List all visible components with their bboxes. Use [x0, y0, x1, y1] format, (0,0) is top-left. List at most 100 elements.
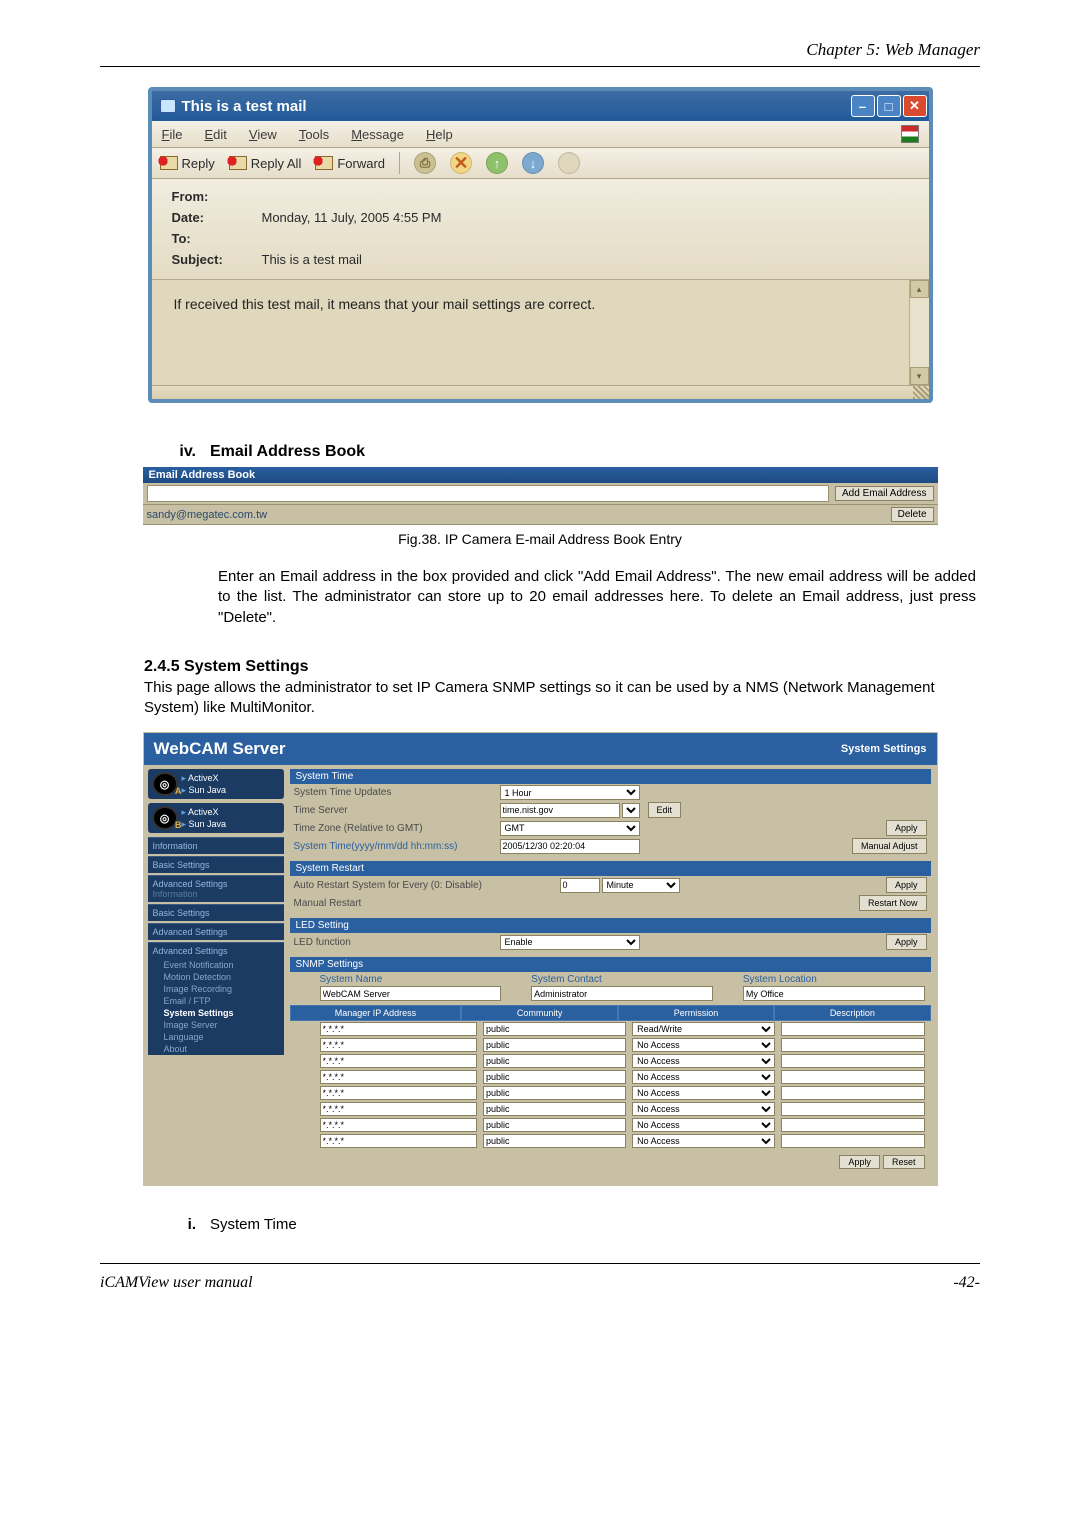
permission-select[interactable]: No Access	[632, 1102, 775, 1116]
system-location-input[interactable]	[743, 986, 925, 1001]
forward-button[interactable]: Forward	[315, 156, 385, 171]
ip-input[interactable]	[320, 1054, 477, 1068]
activex-link[interactable]: ActiveX	[182, 807, 227, 818]
sidebar-sub[interactable]: Language	[148, 1031, 284, 1043]
email-window: This is a test mail – □ ✕ File Edit View…	[148, 87, 933, 403]
sidebar-sub[interactable]: Image Server	[148, 1019, 284, 1031]
add-email-button[interactable]: Add Email Address	[835, 486, 934, 501]
scroll-up-icon[interactable]: ▴	[910, 280, 929, 298]
permission-select[interactable]: No Access	[632, 1054, 775, 1068]
description-input[interactable]	[781, 1070, 924, 1084]
resize-grip-icon[interactable]	[913, 386, 929, 399]
email-input[interactable]	[147, 485, 830, 502]
ip-input[interactable]	[320, 1070, 477, 1084]
community-input[interactable]	[483, 1054, 626, 1068]
apply-button[interactable]: Apply	[886, 934, 927, 950]
community-input[interactable]	[483, 1070, 626, 1084]
time-server-select[interactable]	[622, 803, 640, 818]
apply-button[interactable]: Apply	[886, 820, 927, 836]
system-time-input[interactable]	[500, 839, 640, 854]
sidebar-sub[interactable]: Event Notification	[148, 959, 284, 971]
ip-input[interactable]	[320, 1134, 477, 1148]
community-input[interactable]	[483, 1038, 626, 1052]
permission-select[interactable]: No Access	[632, 1118, 775, 1132]
scrollbar[interactable]: ▴ ▾	[909, 280, 929, 385]
activex-link[interactable]: ActiveX	[182, 773, 227, 784]
next-icon[interactable]: ↓	[522, 152, 544, 174]
reset-button[interactable]: Reset	[883, 1155, 925, 1169]
sidebar-sub[interactable]: Email / FTP	[148, 995, 284, 1007]
community-input[interactable]	[483, 1102, 626, 1116]
menu-file[interactable]: File	[162, 127, 183, 142]
print-icon[interactable]: ⎙	[414, 152, 436, 174]
permission-select[interactable]: No Access	[632, 1134, 775, 1148]
minimize-button[interactable]: –	[851, 95, 875, 117]
time-server-input[interactable]	[500, 803, 620, 818]
reply-button[interactable]: Reply	[160, 156, 215, 171]
restart-now-button[interactable]: Restart Now	[859, 895, 927, 911]
community-input[interactable]	[483, 1086, 626, 1100]
ip-input[interactable]	[320, 1022, 477, 1036]
sunjava-link[interactable]: Sun Java	[182, 819, 227, 830]
ip-input[interactable]	[320, 1118, 477, 1132]
permission-select[interactable]: Read/Write	[632, 1022, 775, 1036]
auto-restart-unit[interactable]: Minute	[602, 878, 680, 893]
menu-help[interactable]: Help	[426, 127, 453, 142]
sidebar-item[interactable]: Information	[148, 837, 284, 854]
sunjava-link[interactable]: Sun Java	[182, 785, 227, 796]
sidebar-sub-system-settings[interactable]: System Settings	[148, 1007, 284, 1019]
footer: iCAMView user manual -42-	[100, 1274, 980, 1292]
subject-value: This is a test mail	[262, 252, 909, 267]
permission-select[interactable]: No Access	[632, 1038, 775, 1052]
ip-input[interactable]	[320, 1102, 477, 1116]
permission-select[interactable]: No Access	[632, 1086, 775, 1100]
sidebar-item[interactable]: Advanced Settings	[148, 923, 284, 940]
community-input[interactable]	[483, 1134, 626, 1148]
scroll-down-icon[interactable]: ▾	[910, 367, 929, 385]
description-input[interactable]	[781, 1118, 924, 1132]
apply-button[interactable]: Apply	[839, 1155, 880, 1169]
description-input[interactable]	[781, 1102, 924, 1116]
community-input[interactable]	[483, 1118, 626, 1132]
auto-restart-value[interactable]	[560, 878, 600, 893]
previous-icon[interactable]: ↑	[486, 152, 508, 174]
envelope-icon	[315, 156, 333, 170]
mail-body: If received this test mail, it means tha…	[152, 280, 909, 385]
apply-button[interactable]: Apply	[886, 877, 927, 893]
sidebar-sub[interactable]: Motion Detection	[148, 971, 284, 983]
description-input[interactable]	[781, 1086, 924, 1100]
description-input[interactable]	[781, 1134, 924, 1148]
sidebar-item[interactable]: Basic Settings	[148, 856, 284, 873]
sidebar-item[interactable]: Advanced Settings	[148, 942, 284, 959]
system-contact-input[interactable]	[531, 986, 713, 1001]
subject-label: Subject:	[172, 252, 262, 267]
menu-message[interactable]: Message	[351, 127, 404, 142]
edit-button[interactable]: Edit	[648, 802, 682, 818]
description-input[interactable]	[781, 1054, 924, 1068]
close-button[interactable]: ✕	[903, 95, 927, 117]
ip-input[interactable]	[320, 1086, 477, 1100]
maximize-button[interactable]: □	[877, 95, 901, 117]
delete-button[interactable]: Delete	[891, 507, 934, 522]
led-select[interactable]: Enable	[500, 935, 640, 950]
menu-edit[interactable]: Edit	[204, 127, 226, 142]
sidebar-sub[interactable]: Image Recording	[148, 983, 284, 995]
sidebar-item[interactable]: Basic Settings	[148, 904, 284, 921]
reply-all-button[interactable]: Reply All	[229, 156, 302, 171]
ip-input[interactable]	[320, 1038, 477, 1052]
description-input[interactable]	[781, 1038, 924, 1052]
system-name-input[interactable]	[320, 986, 502, 1001]
manual-adjust-button[interactable]: Manual Adjust	[852, 838, 927, 854]
updates-select[interactable]: 1 Hour	[500, 785, 640, 800]
addresses-icon[interactable]	[558, 152, 580, 174]
from-label: From:	[172, 189, 262, 204]
sidebar-sub[interactable]: About	[148, 1043, 284, 1055]
community-input[interactable]	[483, 1022, 626, 1036]
delete-icon[interactable]: ✕	[450, 152, 472, 174]
sidebar-item[interactable]: Advanced SettingsInformation	[148, 875, 284, 902]
permission-select[interactable]: No Access	[632, 1070, 775, 1084]
timezone-select[interactable]: GMT	[500, 821, 640, 836]
menu-tools[interactable]: Tools	[299, 127, 329, 142]
description-input[interactable]	[781, 1022, 924, 1036]
menu-view[interactable]: View	[249, 127, 277, 142]
